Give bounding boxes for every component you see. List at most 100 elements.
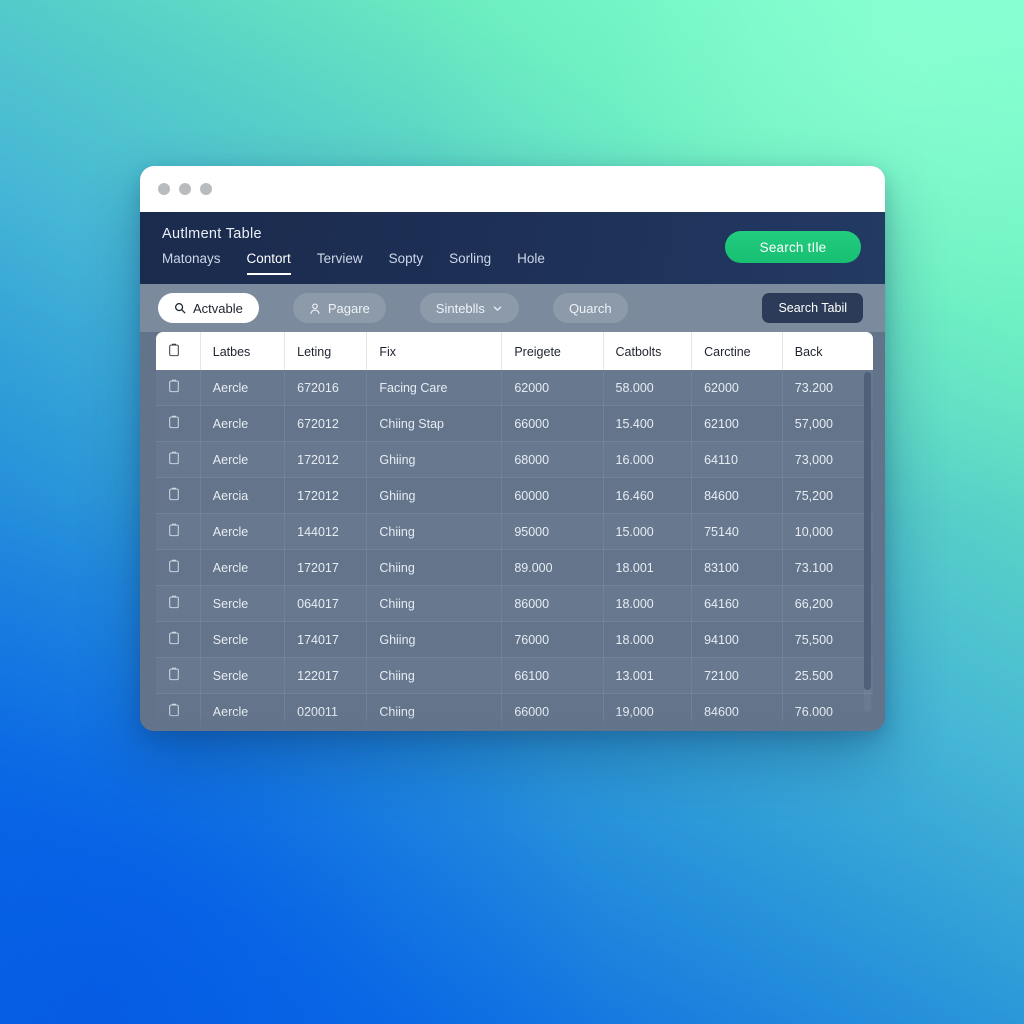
cell-carctine: 94100 (691, 621, 783, 658)
cell-fix: Chiing (366, 513, 503, 550)
cell-preigete: 66100 (501, 657, 604, 694)
dropdown-sinteblls[interactable]: Sinteblls (419, 293, 519, 323)
cell-leting: 672016 (284, 370, 368, 406)
close-button[interactable] (158, 183, 170, 195)
cell-back: 25.500 (782, 657, 873, 694)
row-icon-cell[interactable] (156, 729, 201, 731)
table-row[interactable]: Aercle 672012 Chiing Stap 66000 15.400 62100 5… (156, 405, 873, 442)
cell-back: 75.500 (782, 729, 873, 731)
table-row[interactable]: Aercle 172012 Ghiing 68000 16.000 64110 73,000 (156, 441, 873, 478)
cell-carctine: 64110 (691, 441, 783, 478)
cell-leting: 072012 (284, 729, 368, 731)
search-tabil-button[interactable]: Search Tabil (762, 293, 863, 323)
minimize-button[interactable] (179, 183, 191, 195)
cell-catbolts: 13.001 (603, 657, 693, 694)
nav-item-contort[interactable]: Contort (246, 251, 291, 275)
cell-catbolts: 18.000 (603, 621, 693, 658)
cell-fix: Chiing (366, 585, 503, 622)
clipboard-icon (168, 703, 180, 720)
cell-catbolts: 18.000 (603, 585, 693, 622)
column-header-leting[interactable]: Leting (284, 332, 368, 370)
cell-catbolts: 25.000 (603, 729, 693, 731)
row-icon-cell[interactable] (156, 477, 201, 514)
cell-carctine: 75550 (691, 729, 783, 731)
table-row[interactable]: Aercle 144012 Chiing 95000 15.000 75140 10,000 (156, 513, 873, 550)
nav-item-sopty[interactable]: Sopty (389, 251, 424, 275)
table-row[interactable]: Aercia 172012 Ghiing 60000 16.460 84600 75,200 (156, 477, 873, 514)
cell-catbolts: 18.001 (603, 549, 693, 586)
cell-back: 73.200 (782, 370, 873, 406)
table-scrollbar[interactable] (864, 372, 871, 712)
filter-chip-pagare-label: Pagare (327, 300, 370, 316)
clipboard-icon (168, 343, 180, 360)
cell-fix: Facing Care (366, 370, 503, 406)
column-header-carctine[interactable]: Carctine (691, 332, 783, 370)
table-row[interactable]: Sercle072012Gniing7750125.0007555075.500 (156, 729, 873, 731)
app-header: Autlment Table Matonays Contort Terview … (140, 212, 885, 284)
cell-carctine: 62100 (691, 405, 783, 442)
column-header-catbolts[interactable]: Catbolts (603, 332, 693, 370)
cell-latbes: Aercle (200, 370, 286, 406)
table-row[interactable]: Aercle 672016 Facing Care 62000 58.000 62000 7… (156, 370, 873, 406)
table-row[interactable]: Sercle 174017 Ghiing 76000 18.000 94100 75,500 (156, 621, 873, 658)
cell-back: 75,200 (782, 477, 873, 514)
table-row[interactable]: Sercle 064017 Chiing 86000 18.000 64160 66,200 (156, 585, 873, 622)
clipboard-icon (168, 667, 180, 684)
cell-back: 66,200 (782, 585, 873, 622)
row-icon-cell[interactable] (156, 513, 201, 550)
search-tile-button[interactable]: Search tIle (725, 231, 861, 263)
data-table-container: Latbes Leting Fix Preigete Catbolts Carc… (140, 332, 885, 731)
cell-latbes: Sercle (200, 729, 286, 731)
table-row[interactable]: Aercle 020011 Chiing 66000 19,000 84600 76.000 (156, 693, 873, 730)
table-header: Latbes Leting Fix Preigete Catbolts Carc… (156, 332, 873, 370)
nav-item-terview[interactable]: Terview (317, 251, 363, 275)
cell-fix: Ghiing (366, 477, 503, 514)
cell-carctine: 84600 (691, 693, 783, 730)
app-window: Autlment Table Matonays Contort Terview … (140, 166, 885, 731)
row-icon-cell[interactable] (156, 405, 201, 442)
clipboard-icon (168, 559, 180, 576)
column-header-preigete[interactable]: Preigete (501, 332, 604, 370)
column-header-fix[interactable]: Fix (366, 332, 503, 370)
row-icon-cell[interactable] (156, 657, 201, 694)
table-row[interactable]: Sercle 122017 Chiing 66100 13.001 72100 25.500 (156, 657, 873, 694)
nav-item-matonays[interactable]: Matonays (162, 251, 221, 275)
column-header-latbes[interactable]: Latbes (200, 332, 286, 370)
filter-chip-actvable-label: Actvable (193, 300, 243, 316)
row-icon-cell[interactable] (156, 441, 201, 478)
cell-back: 10,000 (782, 513, 873, 550)
row-icon-cell[interactable] (156, 585, 201, 622)
row-icon-cell[interactable] (156, 693, 201, 730)
cell-fix: Chiing Stap (366, 405, 503, 442)
cell-carctine: 62000 (691, 370, 783, 406)
search-icon (174, 302, 186, 314)
cell-preigete: 68000 (501, 441, 604, 478)
maximize-button[interactable] (200, 183, 212, 195)
filter-chip-quarch[interactable]: Quarch (552, 293, 628, 323)
column-header-icon[interactable] (156, 332, 201, 370)
cell-back: 73,000 (782, 441, 873, 478)
row-icon-cell[interactable] (156, 370, 201, 406)
table-scrollbar-thumb[interactable] (864, 372, 871, 690)
filter-chip-actvable[interactable]: Actvable (158, 293, 259, 323)
cell-latbes: Aercle (200, 513, 286, 550)
nav-item-hole[interactable]: Hole (517, 251, 545, 275)
cell-latbes: Aercle (200, 693, 286, 730)
column-header-back[interactable]: Back (782, 332, 873, 370)
cell-latbes: Aercle (200, 549, 286, 586)
cell-leting: 172012 (284, 477, 368, 514)
chevron-down-icon (492, 303, 503, 314)
row-icon-cell[interactable] (156, 621, 201, 658)
filter-chip-pagare[interactable]: Pagare (292, 293, 386, 323)
cell-preigete: 76000 (501, 621, 604, 658)
filter-chip-quarch-label: Quarch (568, 300, 612, 316)
table-row[interactable]: Aercle 172017 Chiing 89.000 18.001 83100 73.10… (156, 549, 873, 586)
cell-back: 73.100 (782, 549, 873, 586)
cell-fix: Chiing (366, 657, 503, 694)
cell-leting: 172017 (284, 549, 368, 586)
nav-item-sorling[interactable]: Sorling (449, 251, 491, 275)
cell-leting: 122017 (284, 657, 368, 694)
cell-catbolts: 19,000 (603, 693, 693, 730)
clipboard-icon (168, 451, 180, 468)
row-icon-cell[interactable] (156, 549, 201, 586)
